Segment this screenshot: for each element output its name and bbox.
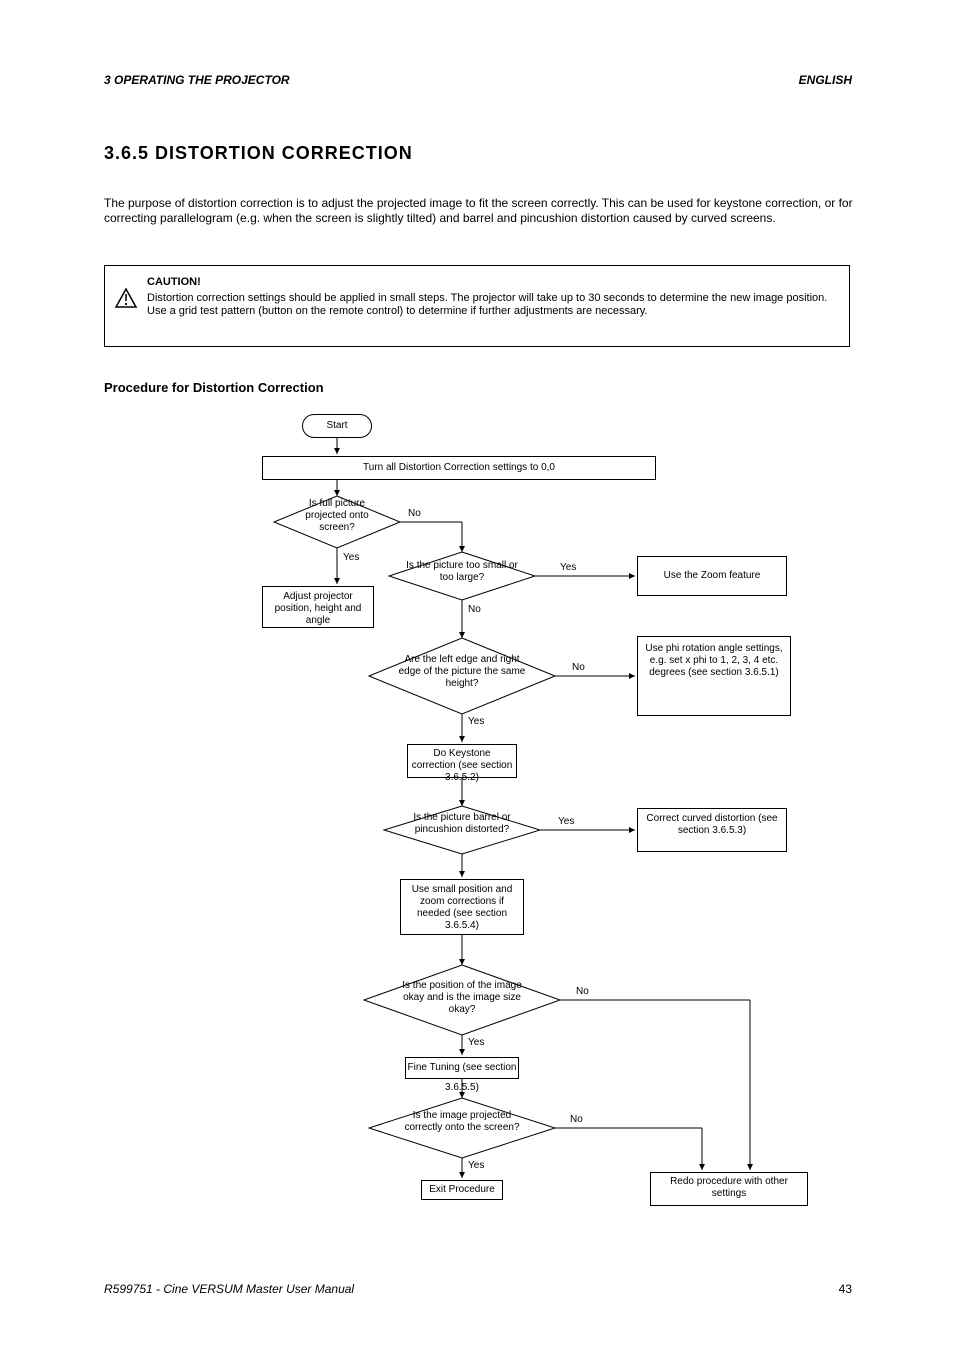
fc-d5-text: Is the position of the image okay and is… (396, 980, 528, 1016)
fc-d2-text: Is the picture too small or too large? (404, 560, 520, 584)
fc-step-1: Turn all Distortion Correction settings … (262, 456, 656, 480)
fc-result-1: Adjust projector position, height and an… (262, 586, 374, 628)
fc-d2-yes: Yes (560, 562, 576, 574)
fc-d1-text: Is full picture projected onto screen? (288, 498, 386, 534)
fc-d4-text: Is the picture barrel or pincushion dist… (402, 812, 522, 836)
fc-d4-yes: Yes (558, 816, 574, 828)
fc-result-3: Use phi rotation angle settings, e.g. se… (637, 636, 791, 716)
fc-d6-text: Is the image projected correctly onto th… (398, 1110, 526, 1134)
fc-step-3: Use small position and zoom corrections … (400, 879, 524, 935)
fc-d3-yes: Yes (468, 716, 484, 728)
fc-d6-no: No (570, 1114, 583, 1126)
fc-d5-no: No (576, 986, 589, 998)
fc-step-4: Fine Tuning (see section 3.6.5.5) (405, 1057, 519, 1079)
fc-d1-yes: Yes (343, 552, 359, 564)
fc-end: Exit Procedure (421, 1180, 503, 1200)
fc-d3-text: Are the left edge and right edge of the … (398, 654, 526, 690)
fc-d2-no: No (468, 604, 481, 616)
fc-redo: Redo procedure with other settings (650, 1172, 808, 1206)
fc-d1-no: No (408, 508, 421, 520)
fc-step-2: Do Keystone correction (see section 3.6.… (407, 744, 517, 778)
fc-d3-no: No (572, 662, 585, 674)
footer-left: R599751 - Cine VERSUM Master User Manual (104, 1282, 354, 1297)
footer-page: 43 (839, 1282, 852, 1297)
fc-d6-yes: Yes (468, 1160, 484, 1172)
fc-result-2: Use the Zoom feature (637, 556, 787, 596)
fc-result-4: Correct curved distortion (see section 3… (637, 808, 787, 852)
fc-d5-yes: Yes (468, 1037, 484, 1049)
